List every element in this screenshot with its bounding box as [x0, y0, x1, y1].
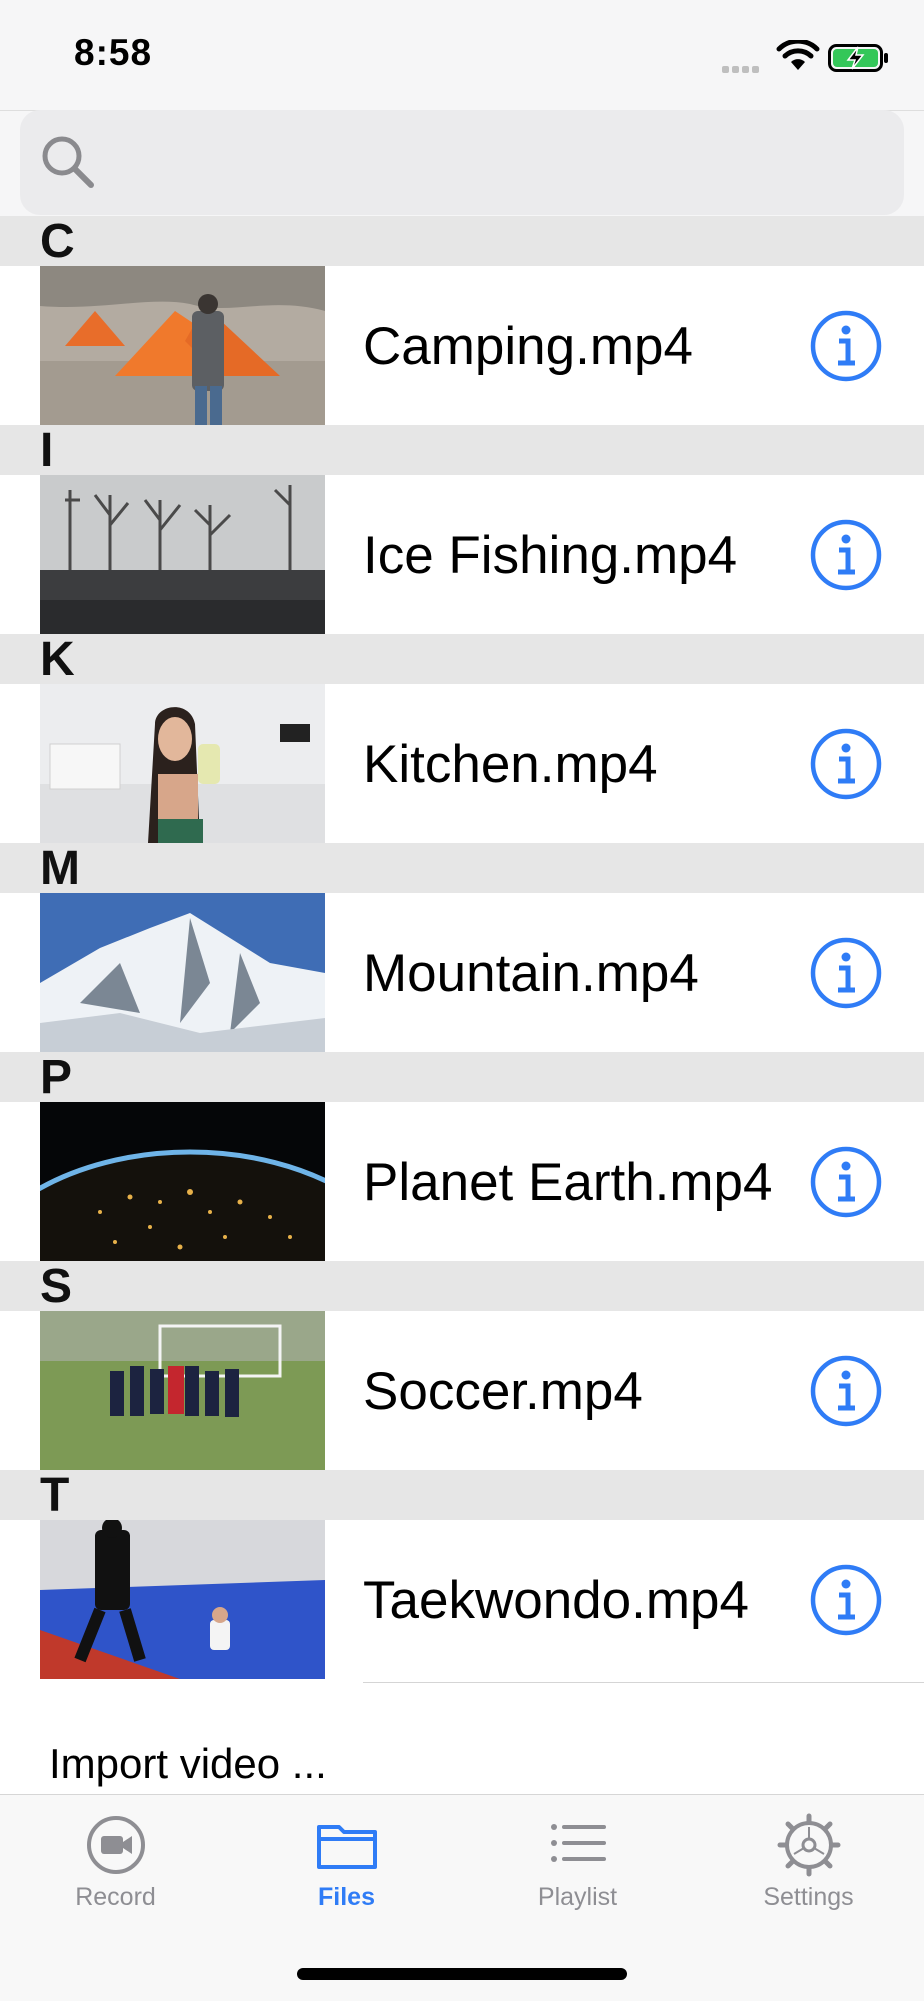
tab-label: Playlist [537, 1883, 618, 1911]
video-file-name: Soccer.mp4 [363, 1362, 643, 1421]
home-indicator[interactable] [297, 1968, 627, 1980]
section-letter: P [40, 1051, 73, 1104]
video-thumbnail-planet-earth [40, 1102, 325, 1261]
video-row-camping[interactable]: Camping.mp4 [0, 266, 924, 425]
video-file-name: Camping.mp4 [363, 317, 693, 376]
video-row-mountain[interactable]: Mountain.mp4 [0, 893, 924, 1052]
video-row-soccer[interactable]: Soccer.mp4 [0, 1311, 924, 1470]
video-file-name: Kitchen.mp4 [363, 735, 658, 794]
section-header-m: M [0, 842, 924, 895]
status-time: 8:58 [74, 32, 153, 73]
video-thumbnail-mountain [40, 893, 325, 1052]
tab-record[interactable]: Record [0, 1813, 231, 1923]
tab-files[interactable]: Files [231, 1813, 462, 1923]
record-icon [86, 1816, 145, 1874]
row-divider [363, 1682, 924, 1683]
tab-label: Settings [763, 1883, 854, 1911]
import-video-row[interactable]: Import video ... [0, 1682, 924, 1794]
video-thumbnail-ice-fishing [40, 475, 325, 634]
info-icon[interactable] [810, 937, 882, 1009]
tab-settings[interactable]: Settings [693, 1813, 924, 1923]
video-file-name: Ice Fishing.mp4 [363, 526, 738, 585]
battery-charging-icon [828, 44, 888, 72]
gear-icon [777, 1813, 840, 1877]
section-header-t: T [0, 1469, 924, 1522]
tab-label: Files [318, 1883, 375, 1911]
video-row-kitchen[interactable]: Kitchen.mp4 [0, 684, 924, 843]
section-letter: C [40, 215, 75, 268]
video-list: C Camping.mp4 I Ice Fishing.mp4 K Kitche… [0, 215, 924, 1679]
info-icon[interactable] [810, 1146, 882, 1218]
section-header-s: S [0, 1260, 924, 1313]
section-header-p: P [0, 1051, 924, 1104]
video-row-planet-earth[interactable]: Planet Earth.mp4 [0, 1102, 924, 1261]
folder-icon [316, 1825, 377, 1869]
section-header-c: C [0, 215, 924, 268]
section-header-k: K [0, 633, 924, 686]
info-icon[interactable] [810, 1355, 882, 1427]
info-icon[interactable] [810, 519, 882, 591]
video-thumbnail-camping [40, 266, 325, 425]
import-video-label: Import video ... [49, 1740, 327, 1787]
cellular-signal-icon [722, 60, 762, 78]
info-icon[interactable] [810, 728, 882, 800]
video-thumbnail-soccer [40, 1311, 325, 1470]
info-icon[interactable] [810, 310, 882, 382]
video-row-ice-fishing[interactable]: Ice Fishing.mp4 [0, 475, 924, 634]
video-file-name: Mountain.mp4 [363, 944, 699, 1003]
status-bar: 8:58 [0, 0, 924, 110]
section-letter: K [40, 633, 75, 686]
video-thumbnail-kitchen [40, 684, 325, 843]
video-file-name: Planet Earth.mp4 [363, 1153, 773, 1212]
section-letter: M [40, 842, 80, 895]
video-thumbnail-taekwondo [40, 1520, 325, 1679]
section-letter: T [40, 1469, 70, 1522]
video-row-taekwondo[interactable]: Taekwondo.mp4 [0, 1520, 924, 1679]
section-letter: I [40, 424, 54, 477]
list-icon [550, 1824, 606, 1862]
section-header-i: I [0, 424, 924, 477]
section-letter: S [40, 1260, 73, 1313]
video-file-name: Taekwondo.mp4 [363, 1571, 749, 1630]
tab-label: Record [75, 1883, 156, 1911]
search-input[interactable] [110, 126, 884, 200]
wifi-icon [776, 40, 820, 70]
tab-playlist[interactable]: Playlist [462, 1813, 693, 1923]
search-icon [42, 136, 94, 188]
info-icon[interactable] [810, 1564, 882, 1636]
